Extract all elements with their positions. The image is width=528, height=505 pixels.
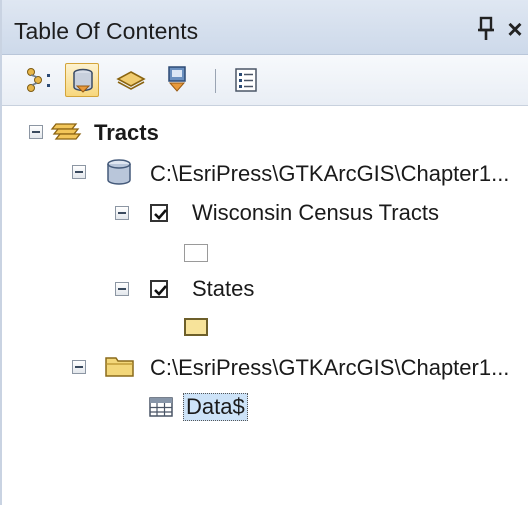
layer-row-wisconsin-census-tracts[interactable]: Wisconsin Census Tracts [2,196,528,230]
table-label-selected[interactable]: Data$ [183,393,248,421]
layer-label[interactable]: Wisconsin Census Tracts [192,200,439,226]
layer-visibility-checkbox[interactable] [150,280,168,298]
table-icon [148,396,174,418]
folder-icon [104,353,136,379]
source-path[interactable]: C:\EsriPress\GTKArcGIS\Chapter1... [150,355,509,381]
collapse-icon[interactable] [115,206,129,220]
database-icon [104,158,134,186]
symbol-swatch-wisconsin-census-tracts[interactable] [184,244,208,262]
collapse-icon[interactable] [72,165,86,179]
table-row-data[interactable]: Data$ [2,390,528,424]
source-icon[interactable] [65,63,99,97]
dataframe-label[interactable]: Tracts [94,120,159,146]
drawing-order-icon[interactable] [22,63,56,97]
toolbar-separator [215,69,216,93]
toc-tree: Tracts C:\EsriPress\GTKArcGIS\Chapter1..… [2,106,528,505]
layers-stack-icon [50,118,82,146]
selection-icon[interactable] [160,63,194,97]
table-of-contents-panel: Table Of Contents × Tracts C:\EsriPress\… [0,0,528,505]
window-title: Table Of Contents [14,18,199,44]
layer-label[interactable]: States [192,276,254,302]
source-row-folder[interactable]: C:\EsriPress\GTKArcGIS\Chapter1... [2,350,528,384]
collapse-icon[interactable] [115,282,129,296]
options-icon[interactable] [229,63,263,97]
layer-visibility-checkbox[interactable] [150,204,168,222]
layer-row-states[interactable]: States [2,272,528,306]
pin-icon[interactable] [475,15,497,43]
toc-toolbar [2,55,528,106]
title-bar: Table Of Contents × [2,0,528,55]
collapse-icon[interactable] [72,360,86,374]
symbol-swatch-states[interactable] [184,318,208,336]
source-path[interactable]: C:\EsriPress\GTKArcGIS\Chapter1... [150,161,509,187]
dataframe-row[interactable]: Tracts [2,116,528,150]
collapse-icon[interactable] [29,125,43,139]
close-icon[interactable]: × [502,16,528,42]
source-row-database[interactable]: C:\EsriPress\GTKArcGIS\Chapter1... [2,156,528,190]
visibility-icon[interactable] [114,63,148,97]
